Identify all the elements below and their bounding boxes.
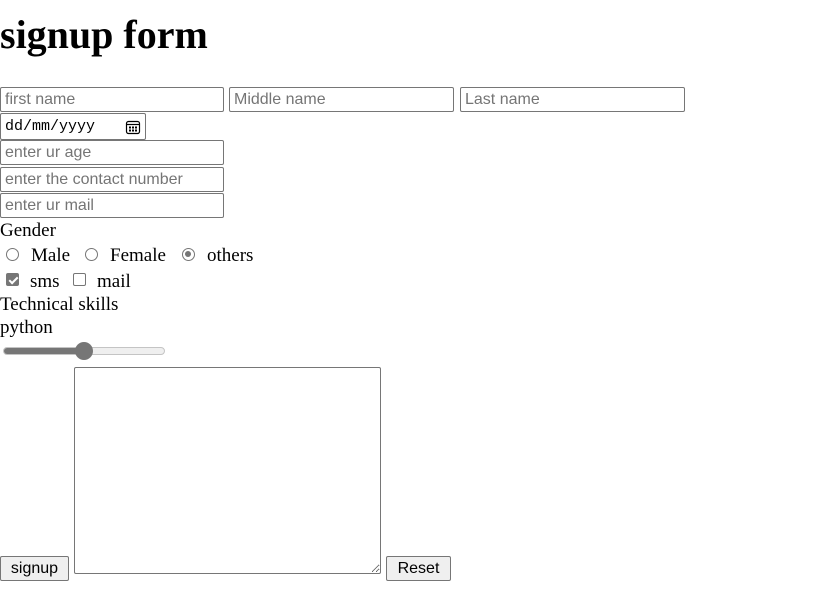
skill-level-fill [4, 348, 84, 354]
middle-name-input[interactable] [229, 87, 454, 112]
gender-radio-male[interactable] [6, 248, 19, 261]
calendar-icon[interactable] [125, 119, 141, 135]
dob-date-input[interactable]: dd/mm/yyyy [0, 113, 146, 140]
mail-checkbox[interactable] [73, 273, 86, 286]
gender-label: Gender [0, 220, 56, 241]
skill-level-thumb[interactable] [75, 342, 93, 360]
gender-option-label: Male [31, 245, 71, 266]
sms-checkbox[interactable] [6, 273, 19, 286]
email-input[interactable] [0, 193, 224, 218]
reset-button[interactable]: Reset [386, 556, 451, 581]
page-title: signup form [0, 12, 208, 57]
first-name-input[interactable] [0, 87, 224, 112]
technical-skills-label: Technical skills [0, 294, 119, 315]
gender-option-label: others [207, 245, 254, 266]
comments-textarea[interactable] [74, 367, 381, 574]
age-input[interactable] [0, 140, 224, 165]
contact-pref-label: sms [30, 271, 60, 292]
signup-button[interactable]: signup [0, 556, 69, 581]
gender-radio-female[interactable] [85, 248, 98, 261]
dob-date-text: dd/mm/yyyy [5, 118, 96, 135]
contact-pref-label: mail [97, 271, 131, 292]
gender-option-label: Female [110, 245, 166, 266]
skill-name-label: python [0, 317, 53, 338]
gender-radio-others[interactable] [182, 248, 195, 261]
skill-level-slider[interactable] [3, 342, 165, 360]
last-name-input[interactable] [460, 87, 685, 112]
contact-number-input[interactable] [0, 167, 224, 192]
